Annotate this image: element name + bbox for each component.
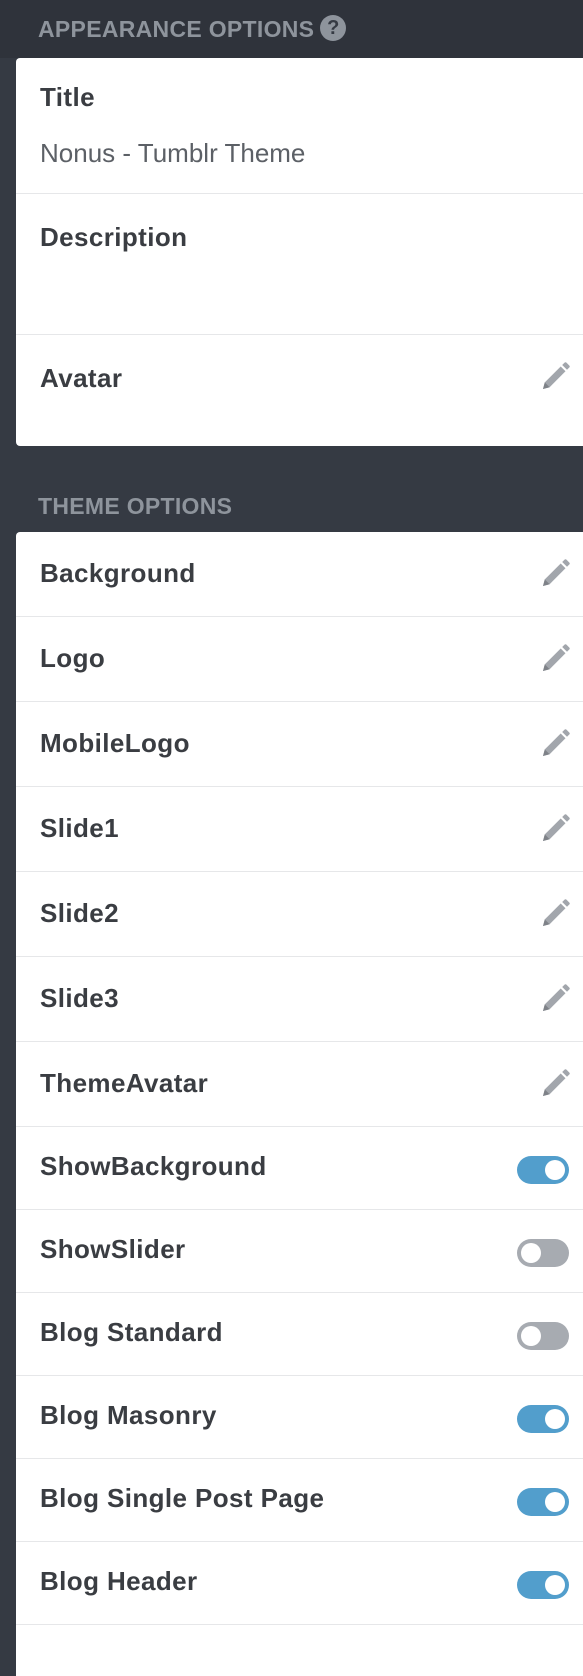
toggle-knob [545,1492,565,1512]
appearance-options-card: Title Nonus - Tumblr Theme Description A… [16,58,583,446]
toggle-knob [545,1409,565,1429]
toggle-option-row: ShowSlider [16,1210,583,1293]
options-sidebar: APPEARANCE OPTIONS? Title Nonus - Tumblr… [0,0,583,1676]
appearance-options-header: APPEARANCE OPTIONS? [0,0,583,58]
option-label: MobileLogo [40,728,190,758]
toggle-switch[interactable] [517,1571,569,1599]
title-label: Title [40,82,95,112]
description-label: Description [40,222,188,252]
option-label: ShowSlider [40,1234,186,1264]
theme-options-card: Background Logo MobileLogo Slide1 Slide2 Slid… [16,532,583,1676]
image-option-row[interactable]: Slide1 [16,787,583,872]
toggle-knob [521,1326,541,1346]
pencil-icon[interactable] [537,556,573,592]
pencil-icon[interactable] [537,359,573,395]
toggle-switch[interactable] [517,1239,569,1267]
toggle-option-row: Blog Header [16,1542,583,1625]
title-value[interactable]: Nonus - Tumblr Theme [40,138,305,169]
toggle-switch[interactable] [517,1322,569,1350]
option-label: ThemeAvatar [40,1068,209,1098]
image-option-row[interactable]: Slide3 [16,957,583,1042]
toggle-switch[interactable] [517,1405,569,1433]
avatar-label: Avatar [40,363,123,393]
option-label: Blog Header [40,1566,198,1596]
toggle-switch[interactable] [517,1156,569,1184]
theme-options-title: THEME OPTIONS [38,493,233,519]
theme-options-header: THEME OPTIONS [0,480,583,532]
pencil-icon[interactable] [537,811,573,847]
toggle-option-row: Blog Standard [16,1293,583,1376]
title-field-row[interactable]: Title Nonus - Tumblr Theme [16,58,583,194]
image-option-row[interactable]: Logo [16,617,583,702]
customize-panel: APPEARANCE OPTIONS? Title Nonus - Tumblr… [0,0,583,1676]
image-option-row[interactable]: MobileLogo [16,702,583,787]
toggle-option-row: Blog Masonry [16,1376,583,1459]
image-option-row[interactable]: Background [16,532,583,617]
pencil-icon[interactable] [537,726,573,762]
avatar-row[interactable]: Avatar [16,335,583,446]
option-label: Blog Masonry [40,1400,217,1430]
help-icon[interactable]: ? [320,14,347,41]
option-label: Background [40,558,196,588]
option-label: Logo [40,643,106,673]
pencil-icon[interactable] [537,981,573,1017]
option-label: Slide1 [40,813,119,843]
image-option-row[interactable]: ThemeAvatar [16,1042,583,1127]
toggle-switch[interactable] [517,1488,569,1516]
image-option-row[interactable]: Slide2 [16,872,583,957]
option-label: ShowBackground [40,1151,267,1181]
option-label: Blog Single Post Page [40,1483,325,1513]
pencil-icon[interactable] [537,641,573,677]
option-label: Blog Standard [40,1317,223,1347]
toggle-knob [521,1243,541,1263]
toggle-option-row: ShowBackground [16,1127,583,1210]
toggle-option-row: Blog Single Post Page [16,1459,583,1542]
toggle-knob [545,1160,565,1180]
description-field-row[interactable]: Description [16,194,583,335]
option-label: Slide3 [40,983,119,1013]
option-label: Slide2 [40,898,119,928]
pencil-icon[interactable] [537,1066,573,1102]
appearance-options-title: APPEARANCE OPTIONS [38,16,315,42]
pencil-icon[interactable] [537,896,573,932]
toggle-knob [545,1575,565,1595]
